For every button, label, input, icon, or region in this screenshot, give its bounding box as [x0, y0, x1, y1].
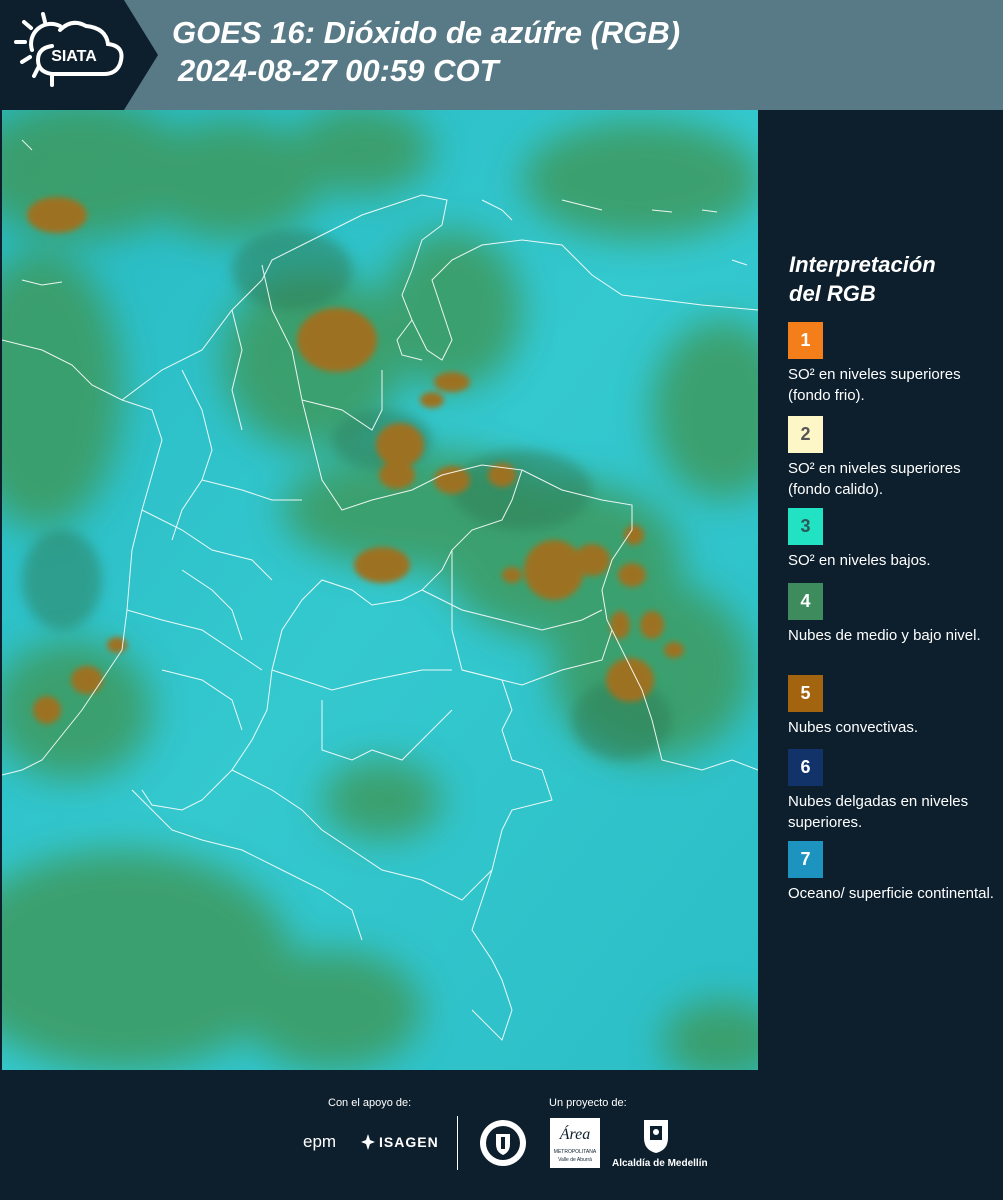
legend-text-3: SO² en niveles bajos. [788, 552, 931, 569]
legend-panel: Interpretación del RGB 1 SO² en niveles s… [758, 110, 1003, 1070]
legend-swatch-1: 1 [788, 322, 823, 359]
title-line-2: 2024-08-27 00:59 COT [178, 53, 499, 88]
medellin-seal-icon [478, 1118, 528, 1173]
legend-swatch-4: 4 [788, 583, 823, 620]
area-logo-title: Área [559, 1126, 591, 1143]
area-metropolitana-logo: Área METROPOLITANA Valle de Aburrá [550, 1118, 600, 1168]
legend-text-2: SO² en niveles superiores (fondo calido)… [788, 460, 961, 498]
alcaldia-logo-text: Alcaldía de Medellín [612, 1158, 708, 1169]
legend-title-line-2: del RGB [789, 281, 876, 306]
legend-item-4: 4 Nubes de medio y bajo nivel. [788, 583, 998, 646]
legend-item-6: 6 Nubes delgadas en niveles superiores. [788, 749, 998, 833]
legend-swatch-7: 7 [788, 841, 823, 878]
legend-title: Interpretación del RGB [789, 250, 936, 308]
legend-text-7: Oceano/ superficie continental. [788, 885, 994, 902]
support-label: Con el apoyo de: [328, 1097, 412, 1109]
header-bar: SIATA GOES 16: Dióxido de azúfre (RGB) 20… [0, 0, 1003, 110]
siata-logo: SIATA [0, 0, 158, 110]
satellite-map [2, 110, 758, 1070]
legend-item-1: 1 SO² en niveles superiores (fondo frio)… [788, 322, 998, 406]
isagen-logo-text: ISAGEN [379, 1134, 439, 1150]
legend-text-6: Nubes delgadas en niveles superiores. [788, 793, 969, 831]
legend-text-1: SO² en niveles superiores (fondo frio). [788, 366, 961, 404]
legend-swatch-3: 3 [788, 508, 823, 545]
legend-swatch-6: 6 [788, 749, 823, 786]
legend-item-2: 2 SO² en niveles superiores (fondo calid… [788, 416, 998, 500]
area-logo-sub1: METROPOLITANA [553, 1149, 597, 1155]
legend-swatch-5: 5 [788, 675, 823, 712]
legend-item-7: 7 Oceano/ superficie continental. [788, 841, 998, 904]
project-label: Un proyecto de: [549, 1097, 627, 1109]
footer: Con el apoyo de: Un proyecto de: epm ISA… [0, 1070, 1003, 1200]
legend-text-4: Nubes de medio y bajo nivel. [788, 627, 981, 644]
alcaldia-shield-icon [642, 1118, 670, 1159]
page-title: GOES 16: Dióxido de azúfre (RGB) 2024-08-… [172, 14, 680, 90]
legend-item-5: 5 Nubes convectivas. [788, 675, 998, 738]
legend-text-5: Nubes convectivas. [788, 719, 919, 736]
area-logo-sub2: Valle de Aburrá [558, 1157, 592, 1163]
isagen-icon [361, 1134, 375, 1150]
epm-logo: epm [303, 1132, 337, 1151]
legend-title-line-1: Interpretación [789, 252, 936, 277]
footer-divider [457, 1116, 458, 1170]
legend-item-3: 3 SO² en niveles bajos. [788, 508, 998, 571]
title-line-1: GOES 16: Dióxido de azúfre (RGB) [172, 15, 681, 50]
legend-swatch-2: 2 [788, 416, 823, 453]
siata-logo-text: SIATA [51, 48, 97, 65]
